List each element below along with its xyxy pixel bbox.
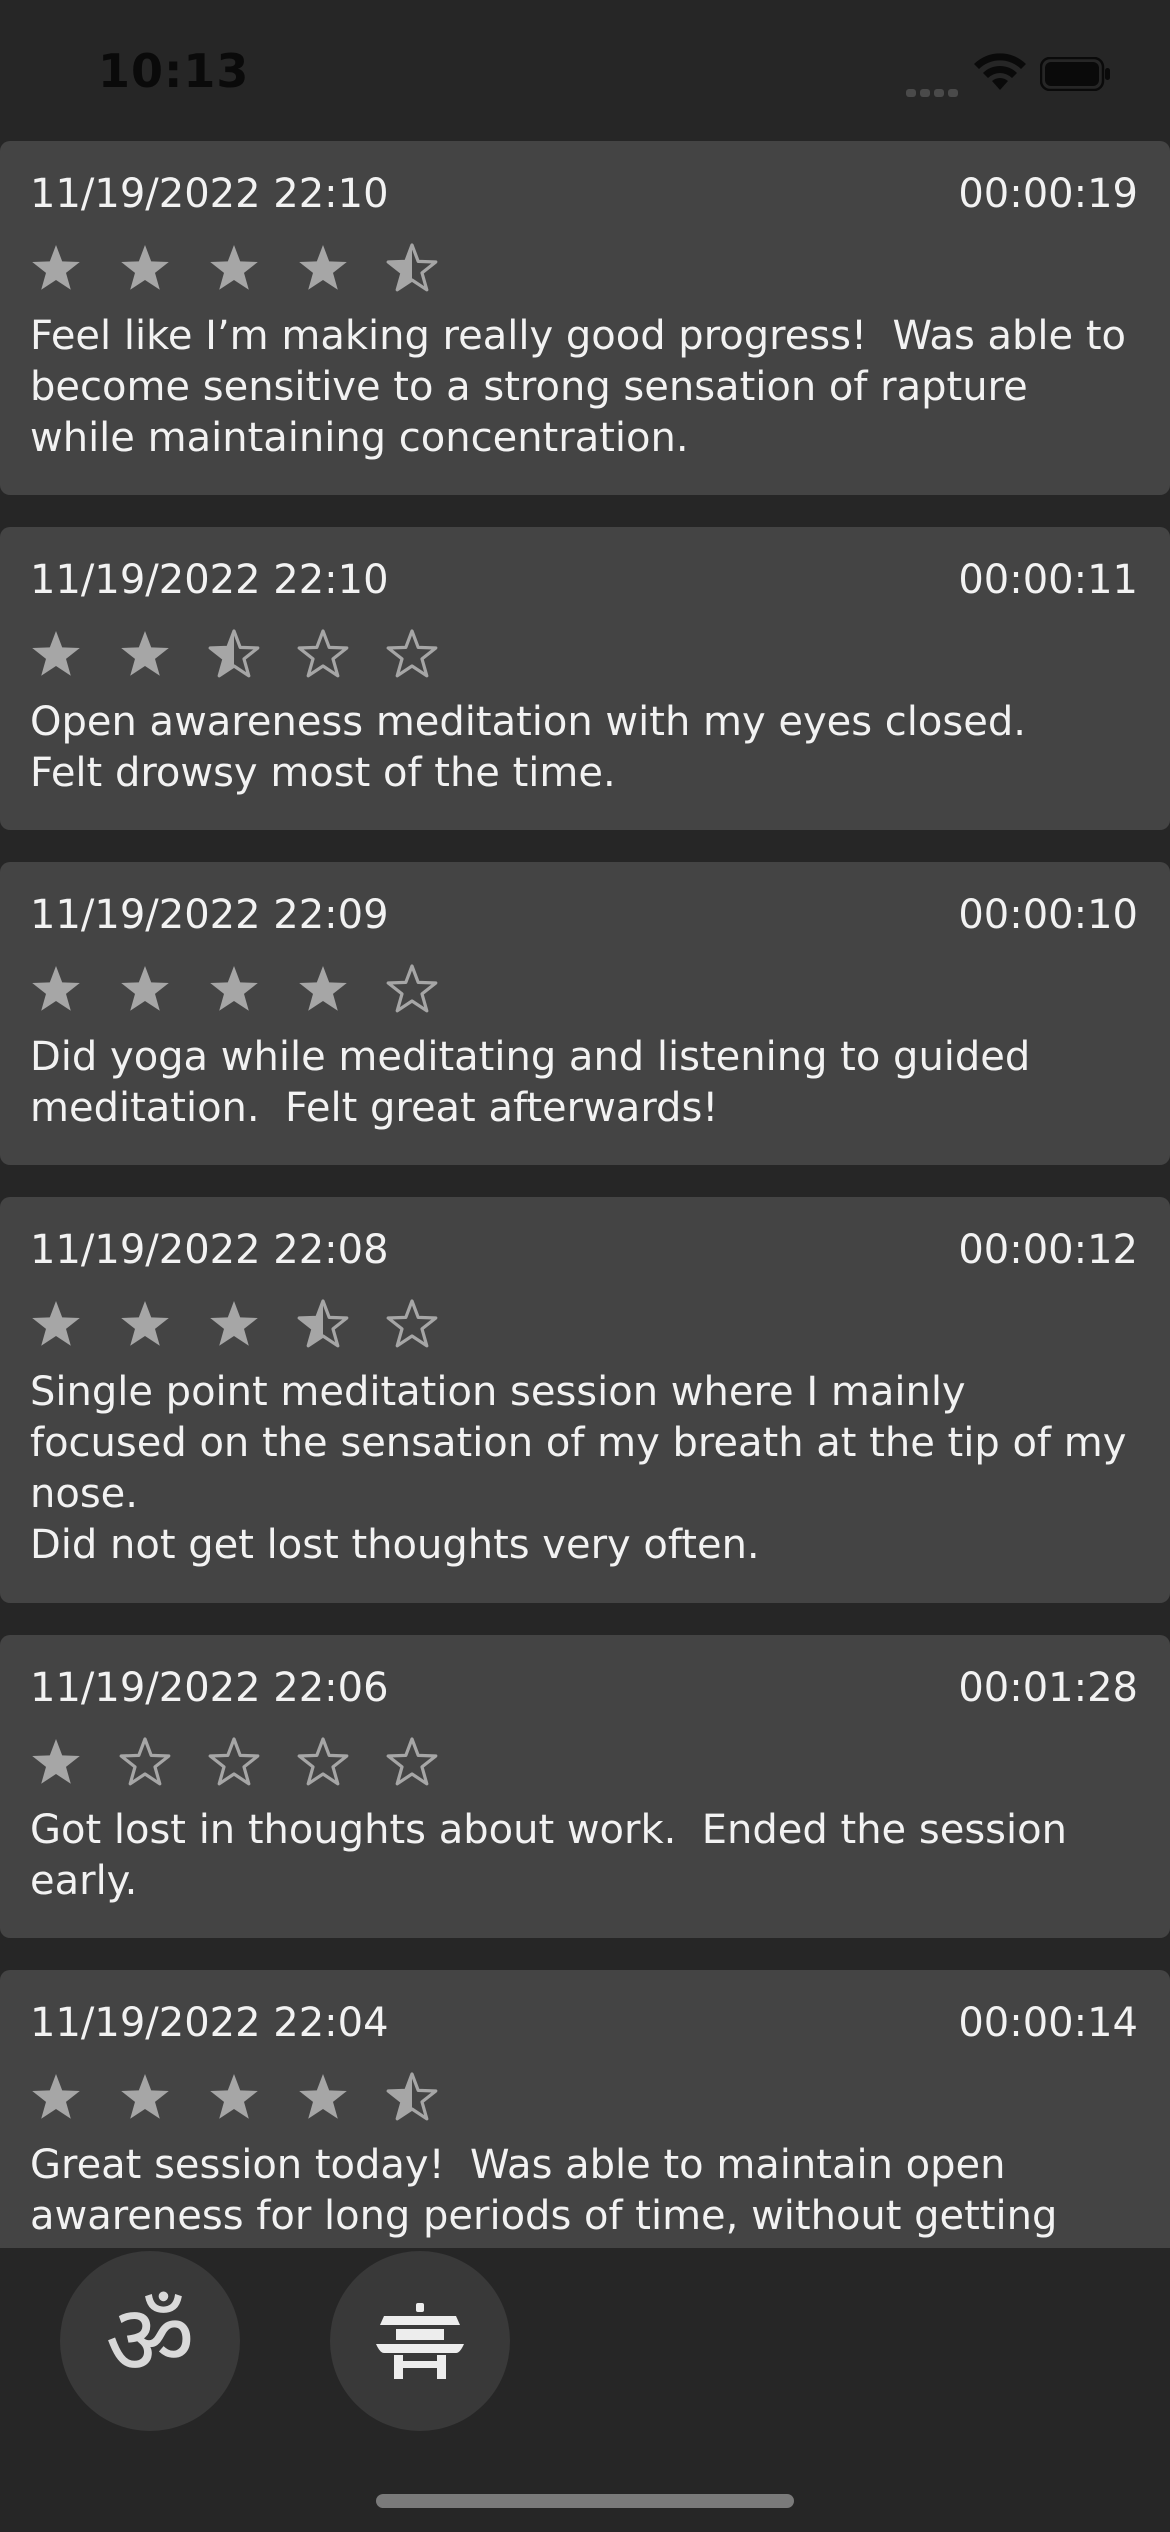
om-icon: ॐ	[105, 2284, 195, 2398]
session-note: Feel like I’m making really good progres…	[30, 313, 1139, 461]
temple-icon	[376, 2303, 464, 2379]
session-date: 11/19/2022 22:09	[30, 892, 389, 938]
status-time: 10:13	[98, 44, 250, 98]
session-note: Single point meditation session where I …	[30, 1369, 1127, 1568]
cellular-signal-icon	[906, 82, 962, 97]
session-date: 11/19/2022 22:04	[30, 2000, 389, 2046]
star-half-icon	[386, 2072, 438, 2121]
star-full-icon	[121, 2074, 169, 2119]
session-note: Got lost in thoughts about work. Ended t…	[30, 1807, 1080, 1904]
home-indicator	[376, 2494, 794, 2508]
star-full-icon	[121, 966, 169, 1011]
star-empty-icon	[297, 629, 349, 678]
star-full-icon	[32, 1739, 80, 1784]
star-full-icon	[32, 2074, 80, 2119]
session-date: 11/19/2022 22:10	[30, 557, 389, 603]
session-duration: 00:01:28	[958, 1665, 1138, 1711]
session-duration: 00:00:19	[958, 171, 1138, 217]
star-full-icon	[121, 631, 169, 676]
session-note: Did yoga while meditating and listening …	[30, 1034, 1044, 1131]
star-full-icon	[210, 1301, 258, 1346]
star-half-icon	[386, 243, 438, 292]
star-full-icon	[32, 1301, 80, 1346]
battery-icon	[1040, 57, 1110, 91]
status-bar: 10:13	[0, 0, 1170, 140]
star-half-icon	[297, 1299, 349, 1348]
star-empty-icon	[119, 1737, 171, 1786]
star-full-icon	[121, 1301, 169, 1346]
star-empty-icon	[297, 1737, 349, 1786]
tab-journal[interactable]	[330, 2251, 510, 2431]
tab-bar: ॐ	[0, 2248, 1170, 2532]
star-empty-icon	[208, 1737, 260, 1786]
star-full-icon	[210, 245, 258, 290]
star-full-icon	[210, 2074, 258, 2119]
star-full-icon	[210, 966, 258, 1011]
star-empty-icon	[386, 964, 438, 1013]
session-card[interactable]: 11/19/2022 22:10 00:00:19 Feel like I’m …	[0, 141, 1170, 495]
session-duration: 00:00:11	[958, 557, 1138, 603]
session-card[interactable]: 11/19/2022 22:08 00:00:12 Single point m…	[0, 1197, 1170, 1603]
session-duration: 00:00:10	[958, 892, 1138, 938]
session-duration: 00:00:12	[958, 1227, 1138, 1273]
session-card[interactable]: 11/19/2022 22:09 00:00:10 Did yoga while…	[0, 862, 1170, 1165]
star-full-icon	[32, 631, 80, 676]
star-empty-icon	[386, 629, 438, 678]
session-card[interactable]: 11/19/2022 22:06 00:01:28 Got lost in th…	[0, 1635, 1170, 1938]
session-card[interactable]: 11/19/2022 22:04 00:00:14 Great session …	[0, 1970, 1170, 2248]
star-half-icon	[208, 629, 260, 678]
star-full-icon	[299, 2074, 347, 2119]
session-date: 11/19/2022 22:06	[30, 1665, 389, 1711]
session-list[interactable]: 11/19/2022 22:10 00:00:19 Feel like I’m …	[0, 140, 1170, 2248]
session-date: 11/19/2022 22:08	[30, 1227, 389, 1273]
session-card[interactable]: 11/19/2022 22:10 00:00:11 Open awareness…	[0, 527, 1170, 830]
star-empty-icon	[386, 1737, 438, 1786]
tab-meditate[interactable]: ॐ	[60, 2251, 240, 2431]
star-full-icon	[121, 245, 169, 290]
star-full-icon	[299, 245, 347, 290]
session-note: Open awareness meditation with my eyes c…	[30, 699, 1026, 796]
session-date: 11/19/2022 22:10	[30, 171, 389, 217]
session-note: Great session today! Was able to maintai…	[30, 2142, 1058, 2239]
wifi-icon	[974, 53, 1026, 90]
star-full-icon	[32, 245, 80, 290]
star-full-icon	[299, 966, 347, 1011]
session-duration: 00:00:14	[958, 2000, 1138, 2046]
star-full-icon	[32, 966, 80, 1011]
star-empty-icon	[386, 1299, 438, 1348]
